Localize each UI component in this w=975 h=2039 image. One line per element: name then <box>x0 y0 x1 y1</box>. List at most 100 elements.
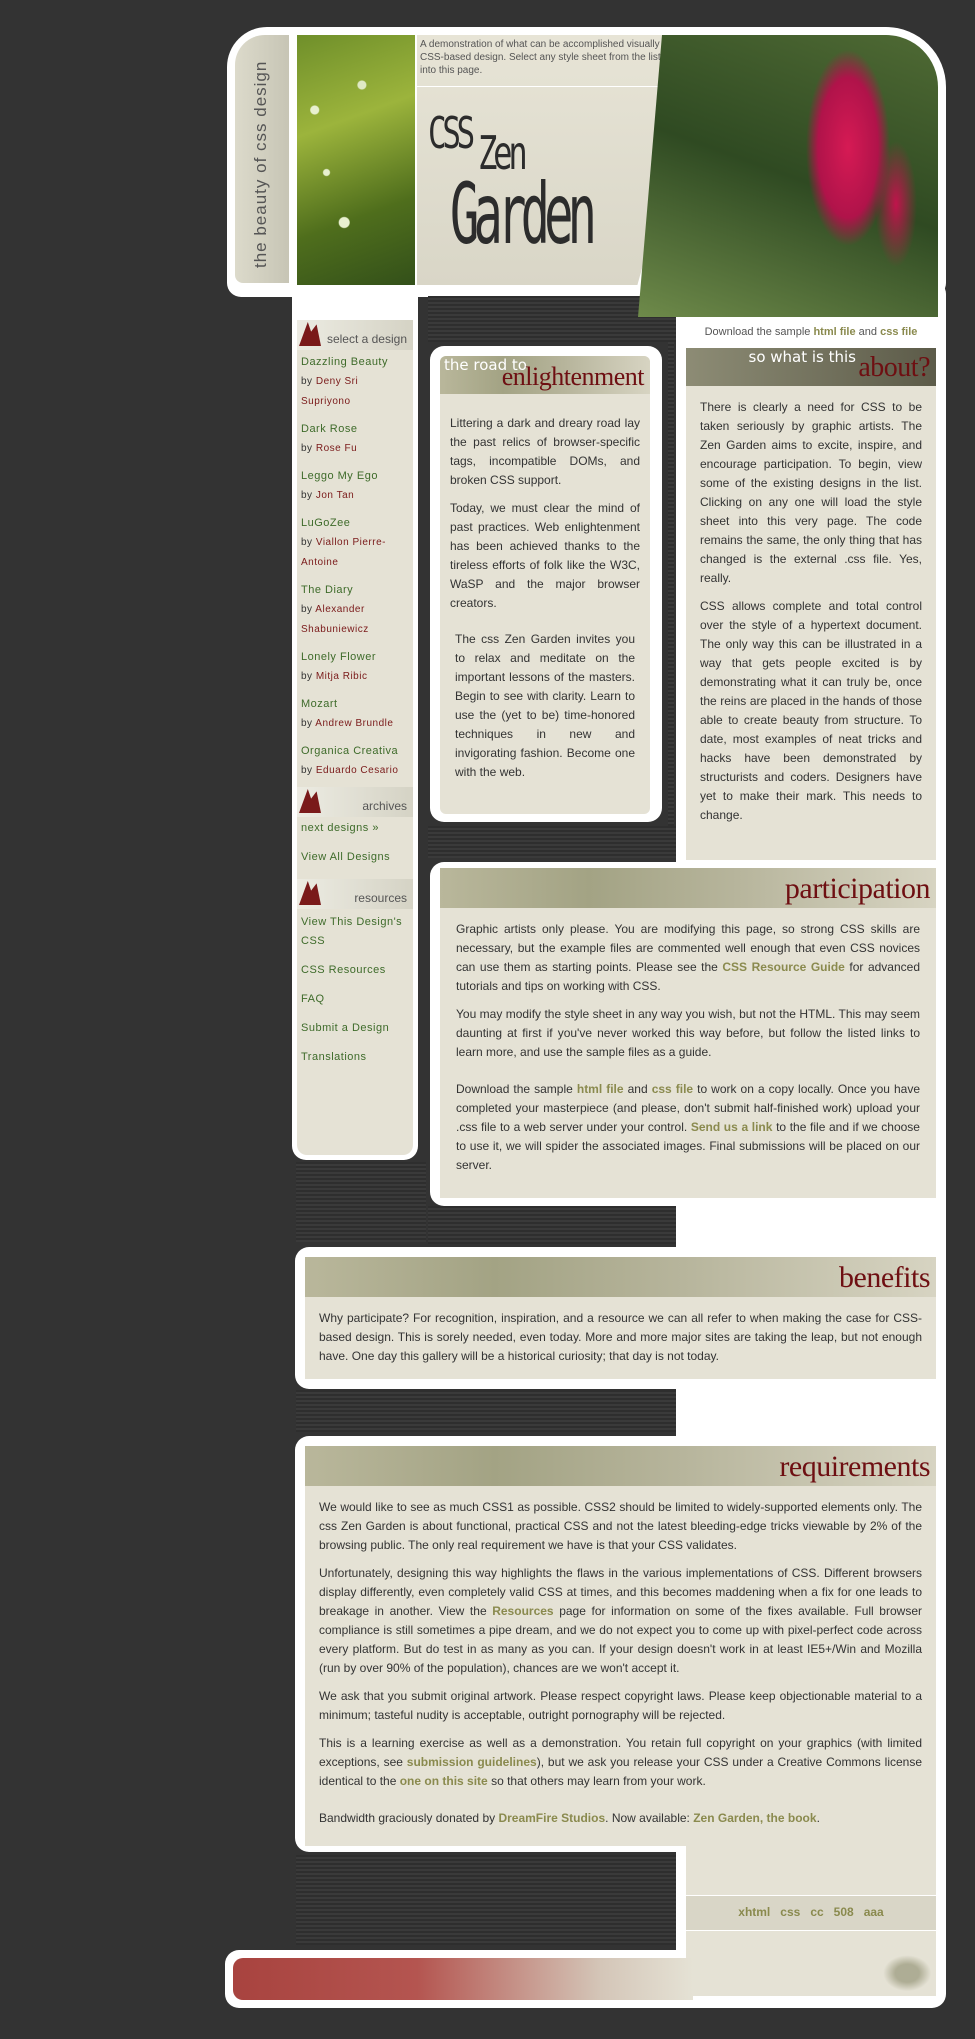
design-item: Lonely Flower by Mitja Ribic <box>301 647 409 687</box>
design-name-link[interactable]: Mozart <box>301 694 409 714</box>
requirements-p4: This is a learning exercise as well as a… <box>319 1734 922 1791</box>
design-author-link[interactable]: Eduardo Cesario <box>316 765 399 776</box>
design-author: by Alexander Shabuniewicz <box>301 600 409 640</box>
about-p2: CSS allows complete and total control ov… <box>700 599 922 822</box>
gutter-strip <box>428 826 676 858</box>
enlightenment-p2: Today, we must clear the mind of past pr… <box>450 501 640 610</box>
resource-link[interactable]: Translations <box>301 1048 409 1067</box>
benefits-section: benefits Why participate? For recognitio… <box>305 1257 936 1379</box>
design-author-link[interactable]: Mitja Ribic <box>316 671 368 682</box>
resource-link[interactable]: View This Design's CSS <box>301 913 409 951</box>
enlightenment-section: the road to enlightenment Littering a da… <box>440 356 650 814</box>
design-author-link[interactable]: Rose Fu <box>316 443 357 454</box>
participation-p3-text: Download the sample <box>456 1082 577 1096</box>
gutter-strip <box>428 296 676 342</box>
logo-css: CSS <box>428 108 475 159</box>
design-name-link[interactable]: LuGoZee <box>301 513 409 533</box>
design-author-link[interactable]: Jon Tan <box>316 490 354 501</box>
about-p1: There is clearly a need for CSS to be ta… <box>700 400 922 585</box>
footer-link-cc[interactable]: cc <box>810 1905 823 1919</box>
sidebar: select a design Dazzling Beauty by Deny S… <box>297 320 413 1155</box>
design-author: by Viallon Pierre-Antoine <box>301 533 409 573</box>
participation-header: participation <box>440 868 936 908</box>
design-item: Leggo My Ego by Jon Tan <box>301 466 409 506</box>
footer-flourish <box>840 1930 936 2002</box>
participation-css-file-link[interactable]: css file <box>652 1082 693 1096</box>
requirements-p4-tail: so that others may learn from your work. <box>487 1774 706 1788</box>
about-section: so what is this about? There is clearly … <box>686 348 936 860</box>
view-all-designs-link[interactable]: View All Designs <box>301 848 409 867</box>
resources-header: resources <box>297 879 413 909</box>
design-item: Dark Rose by Rose Fu <box>301 419 409 459</box>
design-name-link[interactable]: Dark Rose <box>301 419 409 439</box>
footer-link-508[interactable]: 508 <box>834 1905 854 1919</box>
leaf-icon <box>299 322 321 346</box>
benefits-title: benefits <box>839 1261 930 1294</box>
design-by-label: by <box>301 443 316 454</box>
tagline: the beauty of css design <box>241 38 281 268</box>
design-author-link[interactable]: Andrew Brundle <box>315 718 393 729</box>
about-sub: so what is this <box>748 348 857 366</box>
send-us-link[interactable]: Send us a link <box>691 1120 773 1134</box>
submission-guidelines-link[interactable]: submission guidelines <box>407 1755 537 1769</box>
html-file-link[interactable]: html file <box>813 326 855 338</box>
requirements-title: requirements <box>779 1450 930 1483</box>
participation-p3: Download the sample html file and css fi… <box>456 1080 920 1175</box>
design-name-link[interactable]: Organica Creativa <box>301 741 409 761</box>
design-item: LuGoZee by Viallon Pierre-Antoine <box>301 513 409 573</box>
about-title: about? <box>858 352 930 383</box>
intro-divider <box>417 86 697 87</box>
participation-p3-and: and <box>623 1082 652 1096</box>
resource-link[interactable]: FAQ <box>301 990 409 1009</box>
logo: CSS Zen Garden <box>426 108 646 278</box>
footer-link-aaa[interactable]: aaa <box>864 1905 884 1919</box>
resource-link[interactable]: CSS Resources <box>301 961 409 980</box>
design-name-link[interactable]: Leggo My Ego <box>301 466 409 486</box>
footer-links: xhtml css cc 508 aaa <box>686 1905 936 1919</box>
leaf-icon <box>299 789 321 813</box>
one-on-this-site-link[interactable]: one on this site <box>400 1774 488 1788</box>
download-and: and <box>855 326 881 338</box>
css-file-link[interactable]: css file <box>880 326 917 338</box>
requirements-p5: Bandwidth graciously donated by DreamFir… <box>319 1809 922 1828</box>
requirements-p2: Unfortunately, designing this way highli… <box>319 1564 922 1678</box>
participation-title: participation <box>784 872 931 905</box>
design-by-label: by <box>301 537 316 548</box>
tagline-text: the beauty of css design <box>251 60 270 268</box>
gutter-strip <box>296 1162 426 1242</box>
next-designs-link[interactable]: next designs » <box>301 819 409 838</box>
design-author: by Jon Tan <box>301 486 409 506</box>
requirements-p3: We ask that you submit original artwork.… <box>319 1689 922 1722</box>
zen-garden-book-link[interactable]: Zen Garden, the book <box>693 1811 816 1825</box>
participation-html-file-link[interactable]: html file <box>577 1082 624 1096</box>
design-name-link[interactable]: Lonely Flower <box>301 647 409 667</box>
participation-p2: You may modify the style sheet in any wa… <box>456 1007 920 1059</box>
design-by-label: by <box>301 376 316 387</box>
enlightenment-p3: The css Zen Garden invites you to relax … <box>455 632 635 779</box>
participation-section: participation Graphic artists only pleas… <box>440 868 936 1198</box>
css-resource-guide-link[interactable]: CSS Resource Guide <box>722 960 844 974</box>
requirements-p5-text: Bandwidth graciously donated by <box>319 1811 499 1825</box>
resources-link[interactable]: Resources <box>492 1604 553 1618</box>
resource-link[interactable]: Submit a Design <box>301 1019 409 1038</box>
enlightenment-title: enlightenment <box>501 362 645 391</box>
design-by-label: by <box>301 765 316 776</box>
select-design-title: select a design <box>326 332 407 346</box>
resources-title: resources <box>354 891 407 905</box>
benefits-p1: Why participate? For recognition, inspir… <box>319 1311 922 1363</box>
footer-link-xhtml[interactable]: xhtml <box>738 1905 770 1919</box>
design-author: by Deny Sri Supriyono <box>301 372 409 412</box>
design-name-link[interactable]: Dazzling Beauty <box>301 352 409 372</box>
download-prefix: Download the sample <box>704 326 814 338</box>
dreamfire-studios-link[interactable]: DreamFire Studios <box>498 1811 605 1825</box>
design-author: by Mitja Ribic <box>301 667 409 687</box>
design-author: by Rose Fu <box>301 439 409 459</box>
footer-link-css[interactable]: css <box>780 1905 800 1919</box>
gutter-strip <box>428 1206 676 1244</box>
resources-list: View This Design's CSS CSS Resources FAQ Su… <box>297 909 413 1081</box>
requirements-p1: We would like to see as much CSS1 as pos… <box>319 1500 922 1552</box>
requirements-p5-mid: . Now available: <box>605 1811 694 1825</box>
select-design-header: select a design <box>297 320 413 350</box>
design-name-link[interactable]: The Diary <box>301 580 409 600</box>
benefits-header: benefits <box>305 1257 936 1297</box>
